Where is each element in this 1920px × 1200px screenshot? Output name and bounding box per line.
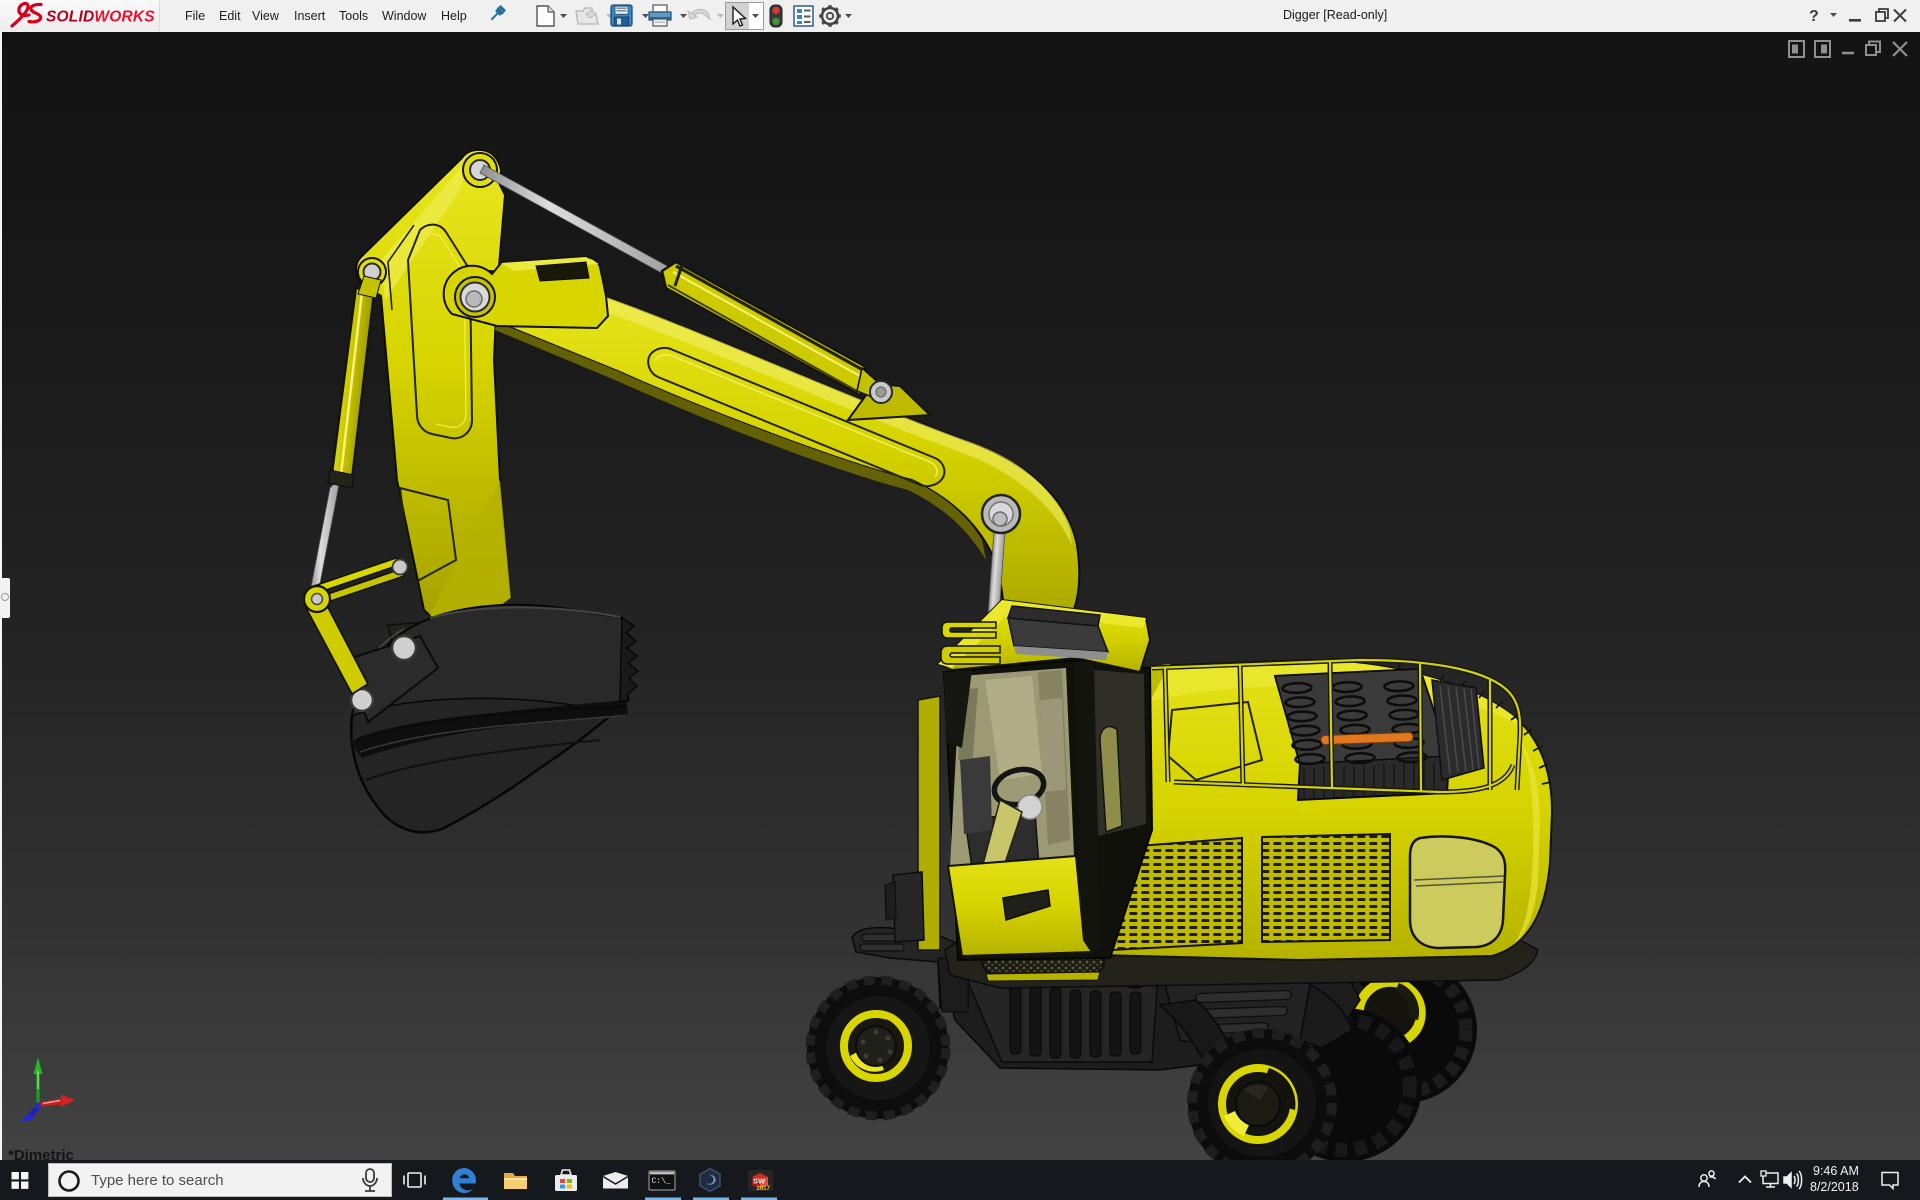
svg-text:2017: 2017 — [757, 1186, 771, 1192]
svg-text:SW: SW — [753, 1177, 766, 1186]
svg-text:SOLIDWORKS: SOLIDWORKS — [46, 9, 155, 26]
svg-text:?: ? — [1809, 8, 1819, 25]
svg-text:C:\_: C:\_ — [652, 1177, 671, 1186]
